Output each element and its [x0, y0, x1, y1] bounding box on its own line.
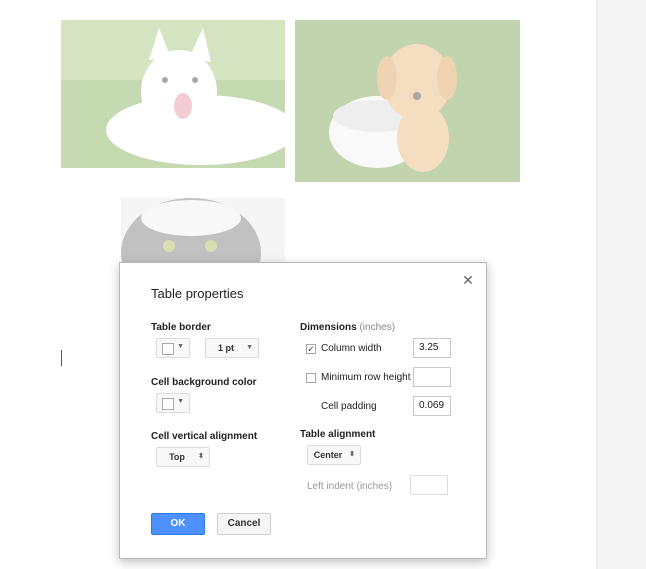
dog-photo-samoyed[interactable] — [61, 20, 285, 168]
chevron-down-icon: ▼ — [177, 398, 184, 405]
cell-padding-label: Cell padding — [321, 401, 377, 412]
table-properties-dialog: Table properties ✕ Table border ▼ 1 pt ▼… — [119, 262, 487, 559]
cell-background-dropdown[interactable]: ▼ — [156, 393, 190, 413]
cell-padding-input[interactable]: 0.069 — [413, 396, 451, 416]
cancel-button[interactable]: Cancel — [217, 513, 271, 535]
up-down-arrows-icon: ⬍ — [349, 451, 355, 458]
left-indent-title: Left indent — [307, 481, 354, 492]
up-down-arrows-icon: ⬍ — [198, 453, 204, 460]
chevron-down-icon: ▼ — [246, 344, 253, 351]
column-width-label: Column width — [321, 343, 382, 354]
vertical-alignment-value: Top — [169, 452, 185, 462]
cell-background-label: Cell background color — [151, 377, 257, 388]
min-row-height-label: Minimum row height — [321, 372, 411, 383]
table-alignment-label: Table alignment — [300, 429, 376, 440]
color-swatch-icon — [162, 343, 174, 355]
vertical-alignment-select[interactable]: Top ⬍ — [156, 447, 210, 467]
border-width-value: 1 pt — [217, 343, 234, 353]
left-indent-input[interactable] — [410, 475, 448, 495]
border-color-dropdown[interactable]: ▼ — [156, 338, 190, 358]
table-border-label: Table border — [151, 322, 211, 333]
column-width-checkbox[interactable]: ✓ — [306, 344, 316, 354]
table-alignment-value: Center — [313, 450, 343, 460]
right-gutter — [596, 0, 646, 569]
chevron-down-icon: ▼ — [177, 343, 184, 350]
dog-photo-puppy-in-bowl[interactable] — [295, 20, 520, 182]
min-row-height-input[interactable] — [413, 367, 451, 387]
border-width-dropdown[interactable]: 1 pt ▼ — [205, 338, 259, 358]
dimensions-unit: (inches) — [359, 322, 396, 333]
table-alignment-select[interactable]: Center ⬍ — [307, 445, 361, 465]
ok-button[interactable]: OK — [151, 513, 205, 535]
close-icon[interactable]: ✕ — [460, 272, 476, 288]
min-row-height-checkbox[interactable] — [306, 373, 316, 383]
left-indent-label: Left indent (inches) — [307, 481, 392, 492]
column-width-input[interactable]: 3.25 — [413, 338, 451, 358]
left-indent-unit: (inches) — [356, 481, 393, 492]
text-cursor — [61, 350, 62, 366]
vertical-alignment-label: Cell vertical alignment — [151, 431, 258, 442]
dialog-title: Table properties — [151, 286, 244, 301]
color-swatch-icon — [162, 398, 174, 410]
dimensions-label: Dimensions (inches) — [300, 322, 395, 333]
dimensions-title: Dimensions — [300, 322, 357, 333]
